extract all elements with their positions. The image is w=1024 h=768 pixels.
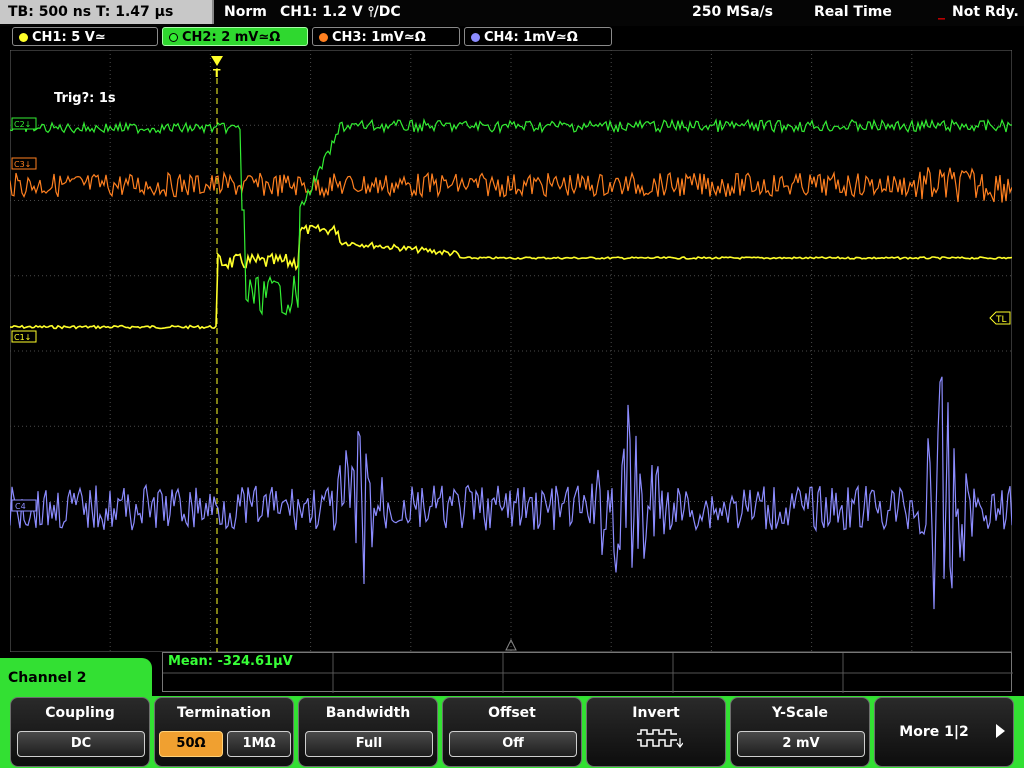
offset-softkey[interactable]: Offset Off <box>442 697 582 767</box>
tab-ch3[interactable]: CH3: 1mV≃Ω <box>312 27 460 46</box>
ch3-level-marker[interactable]: C3↓ <box>11 157 37 170</box>
sample-rate: 250 MSa/s <box>692 4 774 20</box>
ch1-label: CH1: 5 V≃ <box>32 30 106 45</box>
ch2-label: CH2: 2 mV≃Ω <box>182 30 281 45</box>
waveform-display[interactable]: T Trig?: 1s C2↓ C3↓ C1↓ C4 TL <box>10 50 1012 652</box>
yscale-softkey[interactable]: Y-Scale 2 mV <box>730 697 870 767</box>
termination-softkey[interactable]: Termination 50Ω 1MΩ <box>154 697 294 767</box>
offset-value-button[interactable]: Off <box>449 731 577 757</box>
trigger-marker-label: T <box>213 67 221 80</box>
ch2-dot-icon <box>169 33 178 42</box>
termination-1mohm-button[interactable]: 1MΩ <box>227 731 291 757</box>
more-softkey[interactable]: More 1|2 <box>874 697 1014 767</box>
ch4-dot-icon <box>471 33 480 42</box>
timebase-readout[interactable]: TB: 500 ns T: 1.47 µs <box>0 0 214 24</box>
ch2-level-marker[interactable]: C2↓ <box>11 117 37 130</box>
bandwidth-title: Bandwidth <box>325 705 411 721</box>
tab-ch1[interactable]: CH1: 5 V≃ <box>12 27 158 46</box>
termination-50ohm-button[interactable]: 50Ω <box>159 731 223 757</box>
time-mode: Real Time <box>814 4 892 20</box>
coupling-softkey[interactable]: Coupling DC <box>10 697 150 767</box>
ch3-dot-icon <box>319 33 328 42</box>
ch1-dot-icon <box>19 33 28 42</box>
coupling-title: Coupling <box>45 705 115 721</box>
trigger-readout[interactable]: CH1: 1.2 V ⫯/DC <box>280 0 401 24</box>
ready-indicator-icon: _ <box>938 4 945 20</box>
invert-title: Invert <box>632 705 680 721</box>
invert-waveform-icon <box>637 729 683 748</box>
tab-ch2[interactable]: CH2: 2 mV≃Ω <box>162 27 308 46</box>
trigger-info: Trig?: 1s <box>54 91 116 106</box>
offset-title: Offset <box>488 705 536 721</box>
yscale-value-button[interactable]: 2 mV <box>737 731 865 757</box>
coupling-value-button[interactable]: DC <box>17 731 145 757</box>
menu-title: Channel 2 <box>0 658 152 698</box>
ch3-marker-label: C3↓ <box>14 160 31 169</box>
ch1-marker-label: C1↓ <box>14 333 31 342</box>
bandwidth-value-button[interactable]: Full <box>305 731 433 757</box>
ready-status: Not Rdy. <box>952 4 1019 20</box>
more-label: More 1|2 <box>899 724 969 740</box>
tab-ch4[interactable]: CH4: 1mV≃Ω <box>464 27 612 46</box>
invert-softkey[interactable]: Invert <box>586 697 726 767</box>
measurement-mean: Mean: -324.61µV <box>168 654 293 669</box>
next-page-arrow-icon <box>996 724 1005 738</box>
termination-title: Termination <box>177 705 271 721</box>
bandwidth-softkey[interactable]: Bandwidth Full <box>298 697 438 767</box>
acquisition-mode[interactable]: Norm <box>224 0 267 24</box>
ch3-label: CH3: 1mV≃Ω <box>332 30 426 45</box>
trigger-level-label: TL <box>995 315 1007 325</box>
ch4-marker-label: C4 <box>15 502 26 511</box>
ch1-level-marker[interactable]: C1↓ <box>11 330 37 343</box>
yscale-title: Y-Scale <box>771 705 828 721</box>
ch4-level-marker[interactable]: C4 <box>11 499 37 512</box>
ch4-label: CH4: 1mV≃Ω <box>484 30 578 45</box>
ch2-marker-label: C2↓ <box>14 120 31 129</box>
